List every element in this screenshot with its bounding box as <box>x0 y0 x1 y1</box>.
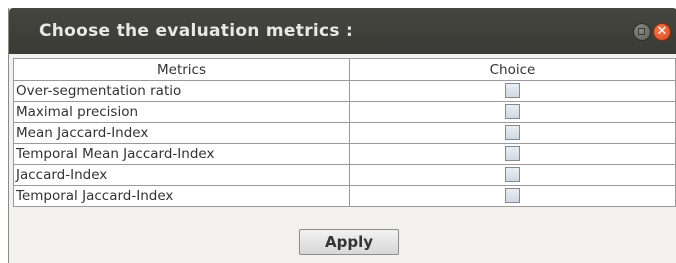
metric-label: Mean Jaccard-Index <box>13 122 350 144</box>
choice-cell <box>349 164 676 186</box>
metric-label: Temporal Jaccard-Index <box>13 185 350 207</box>
metric-checkbox[interactable] <box>505 83 520 98</box>
metrics-table: Metrics Choice Over-segmentation ratio M… <box>13 58 676 207</box>
metric-checkbox[interactable] <box>505 188 520 203</box>
dialog-title: Choose the evaluation metrics : <box>39 21 354 41</box>
header-choice: Choice <box>349 58 676 81</box>
metric-checkbox[interactable] <box>505 125 520 140</box>
metric-label: Temporal Mean Jaccard-Index <box>13 143 350 165</box>
close-icon[interactable]: ✕ <box>653 23 671 41</box>
choice-cell <box>349 143 676 165</box>
header-metrics: Metrics <box>13 58 350 81</box>
table-row: Maximal precision <box>13 101 676 123</box>
metric-checkbox[interactable] <box>505 104 520 119</box>
minimize-icon[interactable] <box>633 23 651 41</box>
apply-button[interactable]: Apply <box>299 229 399 255</box>
metric-checkbox[interactable] <box>505 146 520 161</box>
choice-cell <box>349 185 676 207</box>
metric-checkbox[interactable] <box>505 167 520 182</box>
choice-cell <box>349 122 676 144</box>
title-bar[interactable]: Choose the evaluation metrics : ✕ <box>9 8 676 54</box>
metric-label: Over-segmentation ratio <box>13 80 350 102</box>
metrics-dialog: Choose the evaluation metrics : ✕ Metric… <box>8 8 676 263</box>
table-row: Jaccard-Index <box>13 164 676 186</box>
metric-label: Maximal precision <box>13 101 350 123</box>
table-row: Temporal Jaccard-Index <box>13 185 676 207</box>
metric-label: Jaccard-Index <box>13 164 350 186</box>
choice-cell <box>349 80 676 102</box>
table-row: Mean Jaccard-Index <box>13 122 676 144</box>
table-row: Temporal Mean Jaccard-Index <box>13 143 676 165</box>
table-header-row: Metrics Choice <box>13 58 676 81</box>
table-row: Over-segmentation ratio <box>13 80 676 102</box>
choice-cell <box>349 101 676 123</box>
